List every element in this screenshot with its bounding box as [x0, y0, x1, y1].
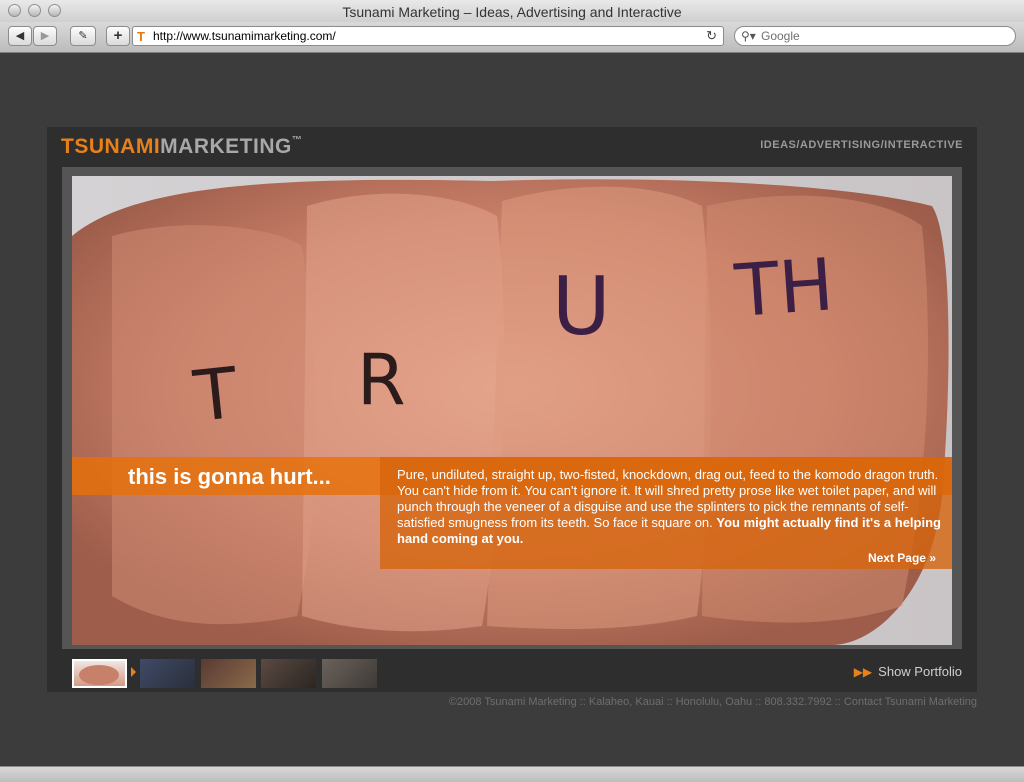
back-arrow-icon: ◀	[15, 30, 25, 42]
hero-image: T R U TH this is gonna hurt... Pure, und…	[72, 176, 952, 645]
search-icon: ⚲▾	[741, 29, 756, 43]
site-header: TSUNAMIMARKETING™ IDEAS/ADVERTISING/INTE…	[47, 127, 977, 167]
thumbnail-scene-3[interactable]	[201, 659, 256, 688]
search-placeholder: Google	[761, 29, 800, 43]
edit-button[interactable]: ✎	[70, 26, 96, 46]
next-page-link[interactable]: Next Page »	[868, 551, 936, 565]
selected-thumbnail-marker	[131, 667, 136, 677]
logo-part-2: MARKETING	[160, 135, 292, 158]
forward-arrow-icon: ▶	[40, 30, 50, 42]
thumbnail-face[interactable]	[261, 659, 316, 688]
thumbnail-fist-image	[79, 665, 119, 685]
edit-icon: ✎	[78, 30, 88, 42]
address-bar[interactable]: T http://www.tsunamimarketing.com/ ↻	[132, 26, 724, 46]
knuckle-letter-4: TH	[731, 242, 836, 333]
logo-part-1: TSUNAMI	[61, 135, 161, 158]
favicon-t-icon: T	[137, 29, 145, 44]
thumbnail-cyclist[interactable]	[140, 659, 195, 688]
thumbnail-figure[interactable]	[322, 659, 377, 688]
double-arrow-icon: ▶▶	[853, 665, 873, 679]
site-logo[interactable]: TSUNAMIMARKETING™	[61, 135, 302, 159]
logo-trademark: ™	[291, 135, 303, 146]
hero-headline: this is gonna hurt...	[128, 464, 331, 489]
add-bookmark-button[interactable]: +	[106, 26, 130, 46]
fist-photo: T R U TH	[72, 176, 952, 645]
reload-icon[interactable]: ↻	[706, 27, 717, 45]
thumbnail-fist[interactable]	[72, 659, 127, 688]
add-bookmark-icon: +	[113, 27, 123, 44]
browser-toolbar: ◀ ▶ ✎ + T http://www.tsunamimarketing.co…	[0, 22, 1024, 53]
site-tagline: IDEAS/ADVERTISING/INTERACTIVE	[760, 139, 963, 151]
site-container: TSUNAMIMARKETING™ IDEAS/ADVERTISING/INTE…	[47, 127, 977, 692]
show-portfolio-link[interactable]: ▶▶ Show Portfolio	[854, 664, 962, 679]
knuckle-letter-3: U	[552, 260, 611, 353]
site-footer: ©2008 Tsunami Marketing :: Kalaheo, Kaua…	[448, 696, 977, 708]
hero-frame: T R U TH this is gonna hurt... Pure, und…	[62, 167, 962, 649]
window-titlebar: Tsunami Marketing – Ideas, Advertising a…	[0, 0, 1024, 23]
knuckle-letter-1: T	[189, 352, 241, 438]
window-title: Tsunami Marketing – Ideas, Advertising a…	[342, 4, 682, 20]
search-field[interactable]: ⚲▾ Google	[734, 26, 1016, 46]
forward-button[interactable]: ▶	[33, 26, 57, 46]
thumbnail-strip	[72, 657, 392, 689]
show-portfolio-label: Show Portfolio	[878, 664, 962, 679]
knuckle-letter-2: R	[357, 339, 406, 421]
browser-statusbar	[0, 766, 1024, 782]
url-text: http://www.tsunamimarketing.com/	[153, 29, 336, 43]
hero-body: Pure, undiluted, straight up, two-fisted…	[397, 467, 942, 547]
back-button[interactable]: ◀	[8, 26, 32, 46]
